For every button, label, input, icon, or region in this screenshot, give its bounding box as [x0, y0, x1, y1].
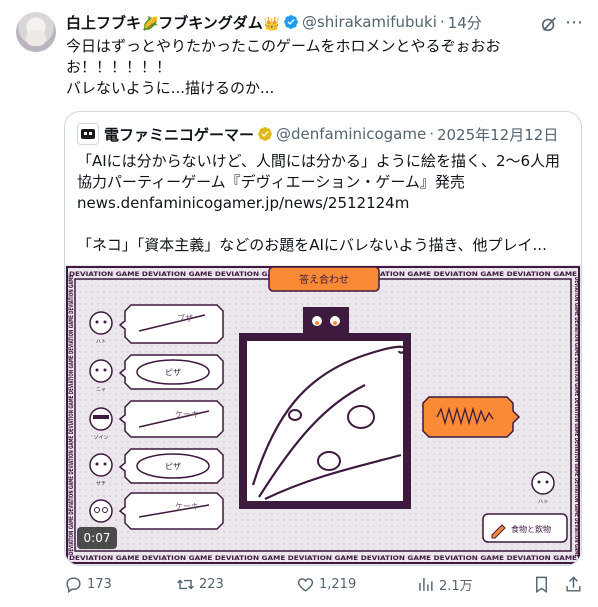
post-header: 白上フブキ🌽フブキングダム👑 @shirakamifubuki · 14分: [66, 12, 582, 32]
views-chart-icon: [419, 577, 433, 591]
bubble-label: ピザ: [165, 462, 181, 471]
svg-text:ニャ: ニャ: [96, 387, 106, 393]
drawing-canvas: [239, 307, 411, 509]
border-text-left: DEVIATION GAME DEVIATION GAME DEVIATION …: [67, 275, 75, 555]
bubble-label: ブザ: [177, 313, 193, 323]
action-bar: 173 223 1,219 2.1万: [56, 574, 582, 594]
share-icon: [566, 575, 581, 592]
like-count: 1,219: [319, 576, 357, 592]
quoted-post-body: 「AIには分からないけど、人間には分かる」ように絵を描く、2〜6人用 協力パーテ…: [77, 151, 571, 256]
repost-count: 223: [199, 576, 224, 592]
svg-text:サチ: サチ: [96, 481, 106, 487]
separator-dot: ·: [439, 13, 445, 31]
svg-text:ハト: ハト: [96, 339, 106, 345]
quoted-post[interactable]: 電ファミニコゲーマー @denfaminicogame · 2025年12月12…: [64, 111, 582, 566]
heart-icon: [297, 577, 314, 592]
category-button[interactable]: 食物と飲物: [482, 513, 568, 543]
video-timestamp: 0:07: [77, 527, 117, 549]
reply-icon: [66, 576, 81, 593]
post-body: 今日はずっとやりたかったこのゲームをホロメンとやるぞぉおお お！！！！！！ バレ…: [66, 37, 501, 97]
quoted-author-avatar: [77, 123, 99, 145]
svg-text:ソイン: ソイン: [93, 435, 108, 441]
quoted-post-link[interactable]: news.denfaminicogamer.jp/news/2512124m: [77, 193, 571, 214]
border-text-right: DEVIATION GAME DEVIATION GAME DEVIATION …: [573, 277, 581, 557]
corn-emoji: 🌽: [142, 16, 159, 32]
author-handle[interactable]: @shirakamifubuki: [302, 13, 437, 31]
share-button[interactable]: [564, 575, 587, 594]
player-avatar: [89, 453, 113, 477]
like-button[interactable]: 1,219: [296, 575, 356, 594]
svg-text:0:07: 0:07: [84, 531, 111, 545]
check-answers-button[interactable]: 答え合わせ: [268, 266, 380, 292]
player-avatar: [89, 311, 113, 335]
grok-icon[interactable]: [540, 15, 558, 33]
bubble-label: ケーキ: [175, 502, 199, 511]
repost-button[interactable]: 223: [176, 575, 224, 594]
separator-dot: ·: [429, 125, 434, 143]
views-button[interactable]: 2.1万: [416, 575, 473, 594]
post-time[interactable]: 14分: [448, 12, 482, 33]
repost-icon: [177, 579, 194, 589]
svg-text:答え合わせ: 答え合わせ: [299, 273, 349, 286]
player-avatar: [89, 499, 113, 523]
bookmark-icon: [536, 576, 547, 593]
video-player[interactable]: DEVIATION GAME DEVIATION GAME DEVIATION …: [65, 265, 581, 565]
bubble-label: ケーキ: [175, 410, 199, 419]
quoted-post-header: 電ファミニコゲーマー @denfaminicogame · 2025年12月12…: [77, 123, 569, 145]
verified-badge-icon: [284, 15, 298, 29]
author-avatar[interactable]: [16, 12, 56, 52]
ai-guess-bubble: [422, 396, 521, 438]
views-count: 2.1万: [439, 578, 473, 594]
gold-verified-badge-icon: [258, 127, 272, 141]
bubble-label: ピザ: [165, 368, 181, 377]
reply-button[interactable]: 173: [64, 575, 112, 594]
quoted-author-name: 電ファミニコゲーマー: [104, 125, 255, 144]
game-screenshot: DEVIATION GAME DEVIATION GAME DEVIATION …: [65, 265, 581, 565]
author-display-name[interactable]: 白上フブキ🌽フブキングダム👑: [66, 12, 280, 33]
bookmark-button[interactable]: [532, 575, 555, 594]
svg-text:ハッ: ハッ: [538, 499, 548, 505]
more-options-icon[interactable]: ⋯: [564, 13, 584, 33]
reply-count: 173: [87, 576, 112, 592]
crown-emoji: 👑: [263, 16, 280, 32]
border-text-bottom: DEVIATION GAME DEVIATION GAME DEVIATION …: [69, 554, 577, 562]
quoted-author-handle: @denfaminicogame: [276, 125, 427, 143]
quoted-post-date: 2025年12月12日: [436, 125, 559, 144]
svg-text:食物と飲物: 食物と飲物: [511, 524, 551, 534]
player-avatar: [89, 359, 113, 383]
